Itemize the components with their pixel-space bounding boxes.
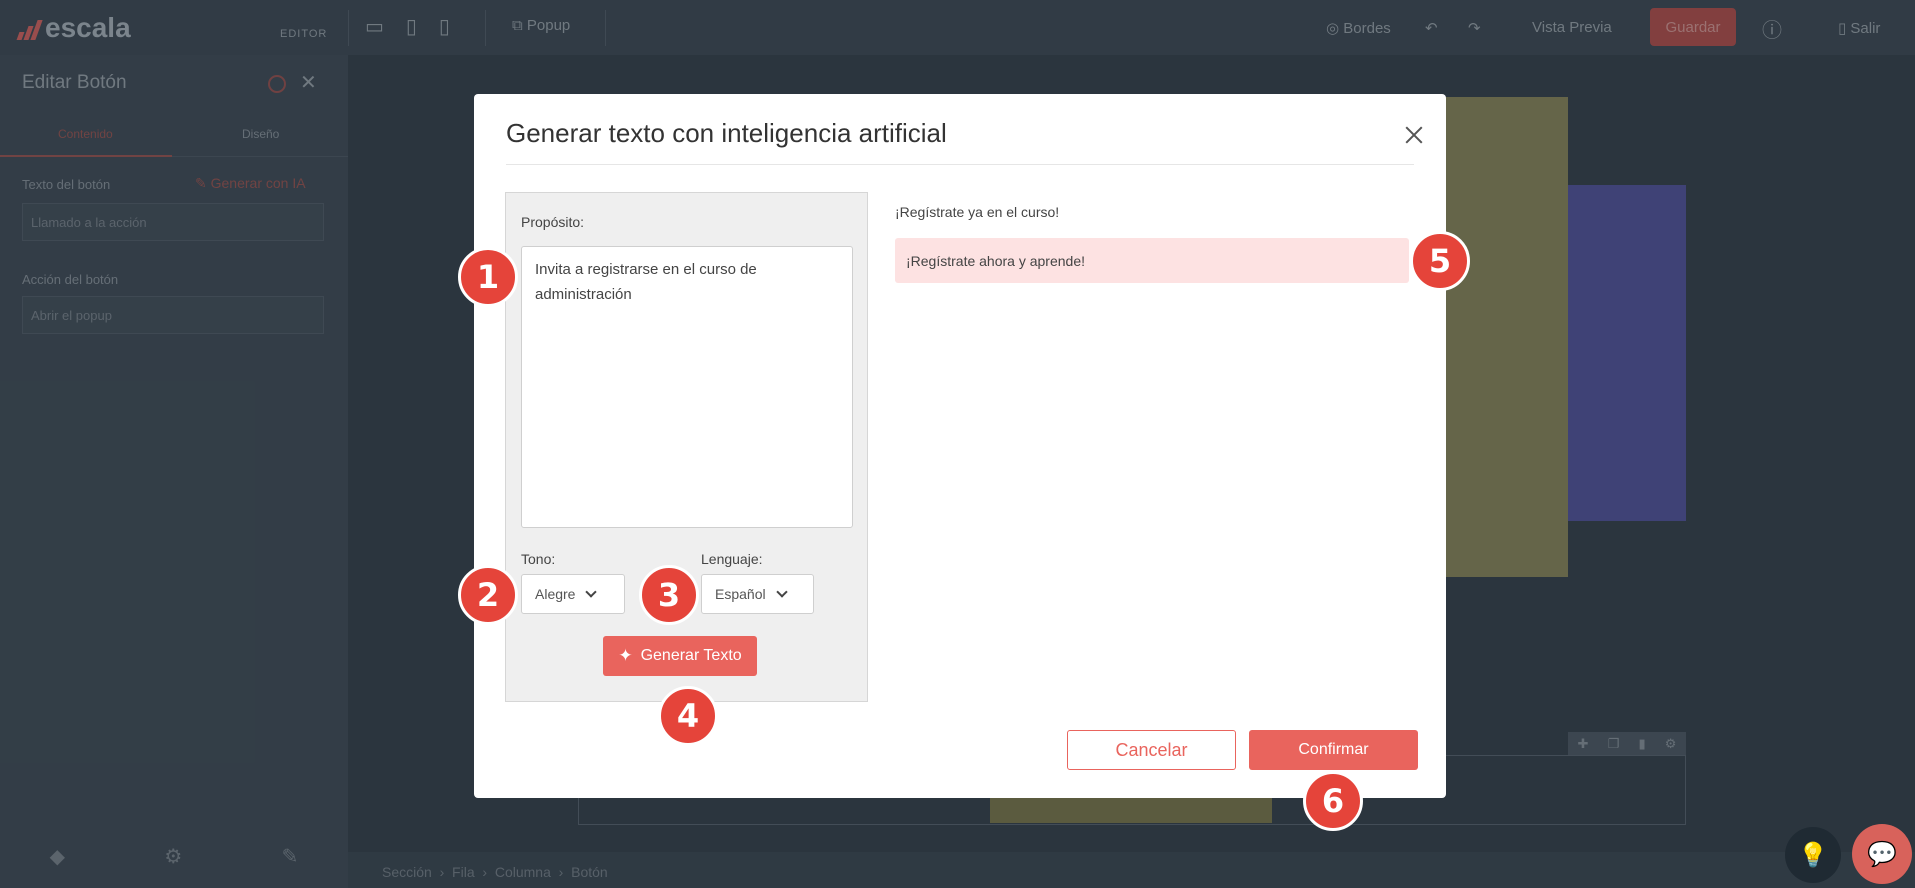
step-badge-1: 1 xyxy=(458,247,518,307)
tone-label: Tono: xyxy=(521,551,556,567)
cancel-button[interactable]: Cancelar xyxy=(1067,730,1236,770)
sparkle-icon: ✦ xyxy=(618,646,633,665)
language-value: Español xyxy=(715,586,766,602)
modal-divider xyxy=(506,164,1414,165)
step-badge-6: 6 xyxy=(1303,771,1363,831)
modal-title: Generar texto con inteligencia artificia… xyxy=(506,118,947,148)
ai-text-modal: Generar texto con inteligencia artificia… xyxy=(474,94,1446,798)
purpose-label: Propósito: xyxy=(521,214,585,230)
language-label: Lenguaje: xyxy=(701,551,763,567)
step-badge-5: 5 xyxy=(1410,231,1470,291)
generate-text-button[interactable]: ✦ Generar Texto xyxy=(603,636,757,676)
lightbulb-icon[interactable]: 💡 xyxy=(1785,827,1841,883)
purpose-input[interactable]: Invita a registrarse en el curso de admi… xyxy=(521,246,853,528)
result-option[interactable]: ¡Regístrate ya en el curso! xyxy=(895,200,1070,224)
chat-icon[interactable]: 💬 xyxy=(1852,824,1912,884)
chevron-down-icon xyxy=(585,586,598,598)
generate-text-label: Generar Texto xyxy=(640,647,742,664)
confirm-button[interactable]: Confirmar xyxy=(1249,730,1418,770)
result-option-selected[interactable]: ¡Regístrate ahora y aprende! xyxy=(895,238,1409,283)
step-badge-4: 4 xyxy=(658,686,718,746)
tone-value: Alegre xyxy=(535,586,576,602)
step-badge-3: 3 xyxy=(639,565,699,625)
prompt-panel: Propósito: Invita a registrarse en el cu… xyxy=(505,192,868,702)
close-icon[interactable] xyxy=(1399,120,1429,150)
language-select[interactable]: Español xyxy=(701,574,814,614)
tone-select[interactable]: Alegre xyxy=(521,574,625,614)
chevron-down-icon xyxy=(775,586,788,598)
step-badge-2: 2 xyxy=(458,565,518,625)
